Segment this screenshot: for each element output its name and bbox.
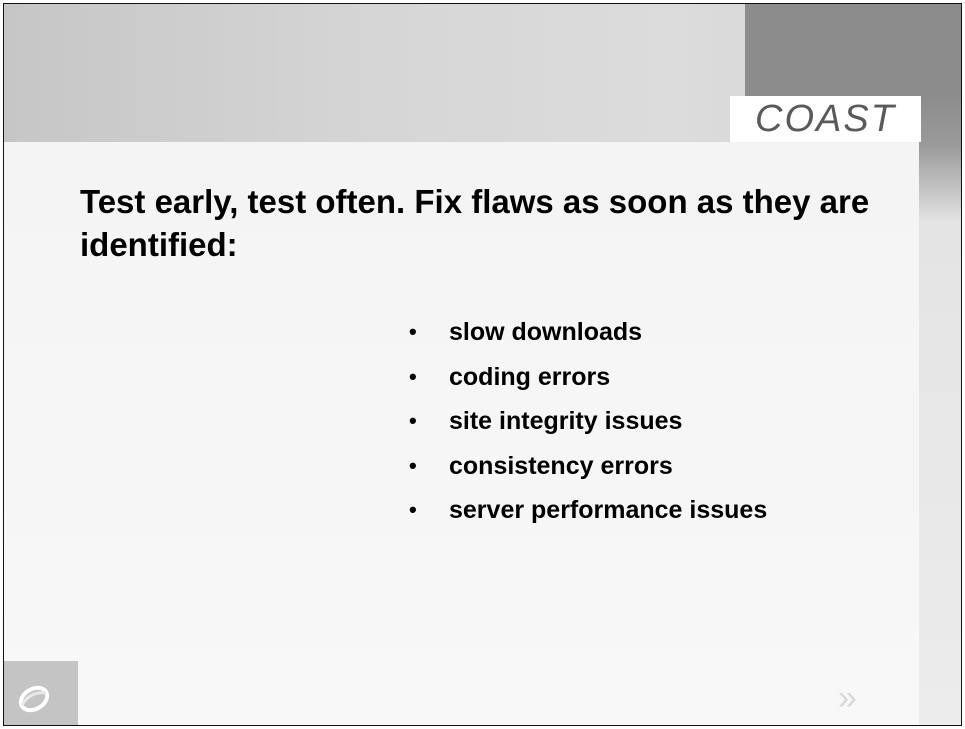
double-chevron-right-icon[interactable]: » — [838, 681, 857, 715]
coast-logo: COAST — [730, 96, 921, 142]
top-right-dark-block — [745, 4, 961, 96]
swirl-logo-icon — [4, 661, 78, 725]
logo-text: COAST — [755, 97, 896, 140]
list-item: • coding errors — [409, 355, 767, 400]
bullet-text: server performance issues — [449, 496, 768, 524]
list-item: • consistency errors — [409, 444, 767, 489]
slide-title: Test early, test often. Fix flaws as soo… — [80, 183, 870, 263]
bullet-text: slow downloads — [449, 318, 643, 346]
slide: COAST Test early, test often. Fix flaws … — [3, 3, 962, 726]
bullet-dot: • — [409, 319, 417, 344]
right-edge-strip — [919, 96, 961, 725]
list-item: • site integrity issues — [409, 399, 767, 444]
list-item: • server performance issues — [409, 488, 767, 533]
bullet-dot: • — [409, 497, 417, 522]
list-item: • slow downloads — [409, 310, 767, 355]
bullet-text: site integrity issues — [449, 407, 683, 435]
bullet-dot: • — [409, 452, 417, 478]
bullet-text: consistency errors — [449, 451, 673, 480]
bullet-dot: • — [409, 408, 417, 433]
bullet-text: coding errors — [449, 362, 611, 391]
bullet-dot: • — [409, 363, 417, 389]
bullet-list: • slow downloads • coding errors • site int… — [409, 310, 767, 533]
